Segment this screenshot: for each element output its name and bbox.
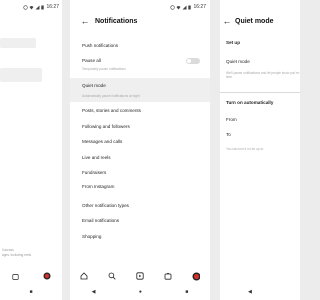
divider <box>220 92 300 93</box>
email-notifications-item[interactable]: Email notifications <box>82 218 204 223</box>
system-nav: ■ <box>0 286 62 298</box>
system-nav: ◀ <box>220 286 300 298</box>
wifi-icon <box>176 5 181 9</box>
page-title: Quiet mode <box>235 17 274 25</box>
quiet-mode-screen: ← Quiet mode Set up Quiet mode We'll pau… <box>220 0 300 300</box>
left-footer-line-1: ll across <box>2 248 14 252</box>
battery-icon <box>41 5 45 9</box>
battery-icon <box>188 5 192 9</box>
profile-icon[interactable] <box>192 272 200 280</box>
shop-icon[interactable] <box>12 272 20 280</box>
notif-item-following[interactable]: Following and followers <box>82 124 204 129</box>
signal-icon <box>182 5 187 9</box>
quiet-mode-item[interactable]: Quiet mode <box>226 59 294 64</box>
alarm-icon <box>23 4 29 10</box>
status-bar: 16:27 <box>70 0 210 14</box>
push-notifications-heading: Push notifications <box>82 43 119 48</box>
page-title: Notifications <box>95 17 138 25</box>
notif-item-fundraisers[interactable]: Fundraisers <box>82 170 204 175</box>
pause-all-toggle[interactable] <box>186 58 200 64</box>
turn-on-automatically-heading: Turn on automatically <box>226 100 274 105</box>
quiet-mode-description: We'll pause notifications and let people… <box>226 71 300 79</box>
home-icon[interactable] <box>80 272 88 280</box>
notif-item-live[interactable]: Live and reels <box>82 155 204 160</box>
quiet-mode-highlight <box>70 78 210 102</box>
notifications-screen: 16:27 ← Notifications Push notifications… <box>70 0 210 300</box>
shop-icon[interactable] <box>164 272 172 280</box>
status-time: 16:27 <box>46 4 59 10</box>
recents-icon[interactable]: ■ <box>29 289 32 295</box>
quiet-mode-item[interactable]: Quiet mode <box>82 83 204 88</box>
quiet-mode-subtitle: Automatically pause notifications at nig… <box>82 94 140 98</box>
pause-all-subtitle: Temporarily pause notifications <box>82 67 126 71</box>
shopping-item[interactable]: Shopping <box>82 234 204 239</box>
search-icon[interactable] <box>108 272 116 280</box>
status-time: 16:27 <box>193 4 206 10</box>
from-item[interactable]: From <box>226 117 294 122</box>
back-icon[interactable]: ◀ <box>92 289 96 295</box>
to-item[interactable]: To <box>226 132 294 137</box>
status-icons: 16:27 <box>23 4 59 10</box>
back-icon[interactable]: ◀ <box>248 289 252 295</box>
bottom-nav <box>0 268 62 284</box>
back-arrow-icon[interactable]: ← <box>222 16 232 26</box>
placeholder-bar-2 <box>0 68 42 82</box>
left-screen: 16:27 ll across ages, including reels ■ <box>0 0 62 300</box>
notif-item-posts[interactable]: Posts, stories and comments <box>82 108 204 113</box>
notif-item-messages[interactable]: Messages and calls <box>82 139 204 144</box>
quiet-footer-note: You can turn it on for up to <box>226 147 264 151</box>
recents-icon[interactable]: ■ <box>185 289 188 295</box>
bottom-nav <box>70 268 210 284</box>
placeholder-bar-1 <box>0 38 36 48</box>
back-arrow-icon[interactable]: ← <box>80 16 90 26</box>
alarm-icon <box>170 4 176 10</box>
header: ← Notifications <box>70 14 210 28</box>
status-bar: 16:27 <box>0 0 62 14</box>
reels-icon[interactable] <box>136 272 144 280</box>
wifi-icon <box>29 5 34 9</box>
home-button[interactable]: ● <box>139 289 142 295</box>
notif-item-from-instagram[interactable]: From Instagram <box>82 184 204 189</box>
header: ← Quiet mode <box>220 14 300 28</box>
left-footer-line-2: ages, including reels <box>2 253 32 257</box>
system-nav: ◀ ● ■ <box>70 286 210 298</box>
status-icons: 16:27 <box>170 4 206 10</box>
profile-icon[interactable] <box>43 272 51 280</box>
other-types-heading: Other notification types <box>82 203 129 208</box>
set-up-heading: Set up <box>226 40 241 45</box>
signal-icon <box>35 5 40 9</box>
